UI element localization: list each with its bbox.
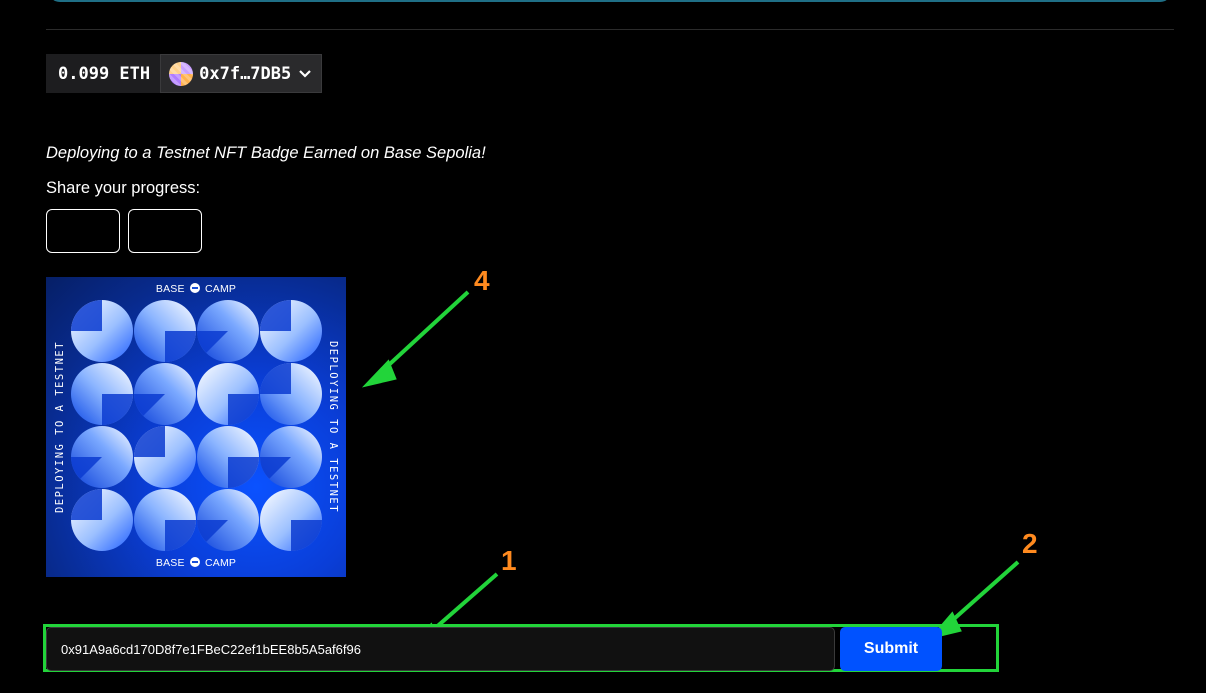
- share-button-1[interactable]: [46, 209, 120, 253]
- top-bar-outline: [48, 0, 1172, 2]
- badge-side-text-left: DEPLOYING TO A TESTNET: [54, 340, 66, 514]
- badge-circle-segment: [102, 394, 133, 425]
- annotation-arrowhead-4: [361, 359, 397, 388]
- badge-circle-segment: [291, 520, 322, 551]
- badge-brand-top: BASE CAMP: [155, 283, 237, 295]
- badge-circle-segment: [228, 457, 259, 488]
- badge-circle-segment: [165, 520, 196, 551]
- badge-circle-segment: [260, 363, 291, 394]
- badge-earned-message: Deploying to a Testnet NFT Badge Earned …: [46, 144, 486, 162]
- badge-circle-segment: [165, 331, 196, 362]
- badge-circle-segment: [71, 489, 102, 520]
- share-progress-label: Share your progress:: [46, 179, 201, 197]
- annotation-label-4: 4: [474, 265, 490, 296]
- header-divider: [46, 29, 1174, 30]
- nft-badge-image: BASE CAMP BASE CAMP DEPLOYING TO A TESTN…: [46, 277, 346, 577]
- badge-circle-segment: [134, 426, 165, 457]
- badge-circle-segment: [228, 394, 259, 425]
- annotation-label-2: 2: [1022, 528, 1038, 559]
- badge-side-text-right: DEPLOYING TO A TESTNET: [327, 340, 339, 514]
- badge-brand-bottom: BASE CAMP: [155, 557, 237, 569]
- wallet-balance: 0.099 ETH: [46, 54, 161, 93]
- wallet-address: 0x7f…7DB5: [199, 63, 292, 84]
- chevron-down-icon: [299, 66, 312, 82]
- badge-artwork: [71, 300, 322, 551]
- wallet-widget: 0.099 ETH 0x7f…7DB5: [46, 54, 323, 93]
- annotation-arrow-2: [944, 560, 1020, 628]
- submit-button[interactable]: Submit: [840, 627, 942, 671]
- share-button-2[interactable]: [128, 209, 202, 253]
- address-input[interactable]: [46, 627, 835, 671]
- annotation-label-1: 1: [501, 545, 517, 576]
- badge-circle-segment: [260, 300, 291, 331]
- avatar: [169, 61, 194, 86]
- annotation-arrow-4: [378, 290, 470, 375]
- badge-circle-segment: [71, 300, 102, 331]
- wallet-account-button[interactable]: 0x7f…7DB5: [160, 54, 323, 93]
